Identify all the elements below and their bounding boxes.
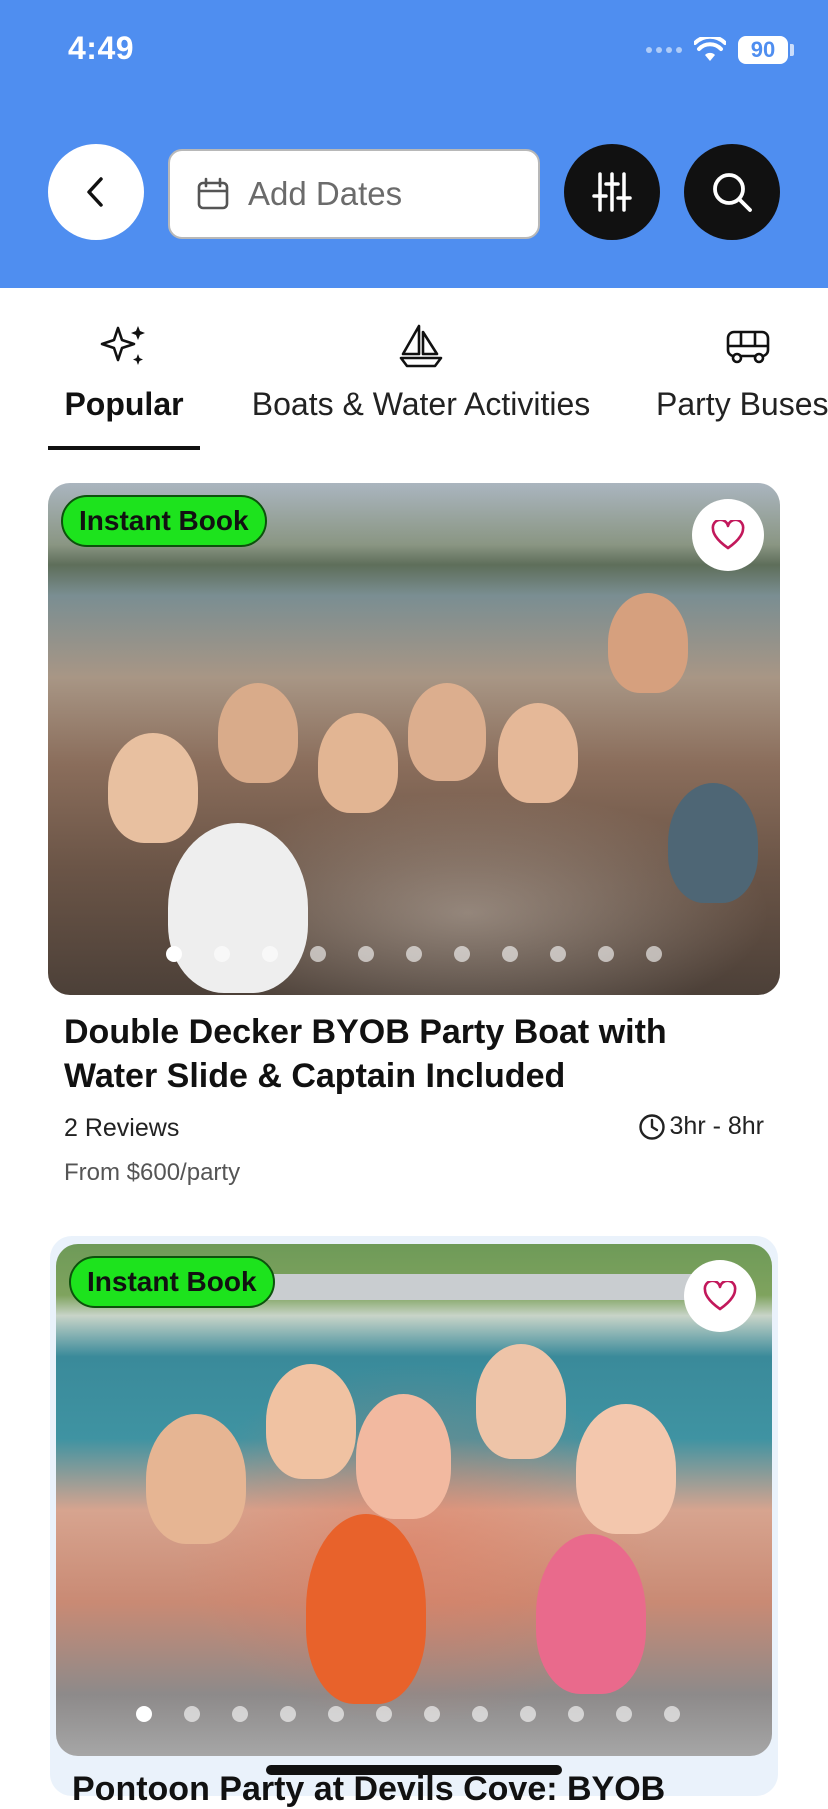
sliders-icon — [592, 172, 632, 212]
tab-popular-label: Popular — [64, 386, 184, 422]
photo-dot[interactable] — [358, 946, 374, 962]
active-tab-underline — [48, 446, 200, 450]
photo-dot[interactable] — [550, 946, 566, 962]
duration-text: 3hr - 8hr — [669, 1112, 764, 1140]
listing-photo[interactable] — [56, 1244, 772, 1756]
tab-buses-label: Party Buses — [656, 386, 828, 422]
photo-dot[interactable] — [328, 1706, 344, 1722]
sparkles-icon — [100, 326, 145, 365]
top-header: 4:49 90 Add Dates — [0, 0, 828, 288]
back-button[interactable] — [48, 144, 144, 240]
listing-title[interactable]: Double Decker BYOB Party Boat with Water… — [64, 1010, 764, 1098]
photo-dot[interactable] — [646, 946, 662, 962]
chevron-left-icon — [87, 177, 103, 207]
photo-dot[interactable] — [310, 946, 326, 962]
add-dates-placeholder: Add Dates — [248, 175, 403, 212]
photo-dot[interactable] — [232, 1706, 248, 1722]
photo-dot[interactable] — [184, 1706, 200, 1722]
category-tabs: Popular Boats & Water Activities Party B… — [0, 288, 828, 458]
photo-dot[interactable] — [424, 1706, 440, 1722]
status-time: 4:49 — [68, 30, 135, 66]
wifi-icon — [694, 37, 726, 61]
photo-dot[interactable] — [166, 946, 182, 962]
bus-icon — [726, 330, 770, 364]
price: From $600/party — [64, 1159, 241, 1186]
search-button[interactable] — [684, 144, 780, 240]
photo-dot[interactable] — [664, 1706, 680, 1722]
clock-icon — [638, 1113, 665, 1140]
listing-title[interactable]: Pontoon Party at Devils Cove: BYOB — [72, 1770, 772, 1809]
photo-dot[interactable] — [502, 946, 518, 962]
photo-dot[interactable] — [616, 1706, 632, 1722]
photo-dot[interactable] — [406, 946, 422, 962]
tab-popular[interactable]: Popular — [48, 318, 200, 423]
photo-pagination — [166, 946, 662, 962]
search-icon — [713, 173, 752, 212]
signal-dots-icon — [646, 47, 682, 53]
photo-dot[interactable] — [280, 1706, 296, 1722]
tab-boats-label: Boats & Water Activities — [251, 386, 591, 422]
home-indicator[interactable] — [266, 1765, 562, 1775]
instant-book-badge: Instant Book — [61, 495, 267, 547]
photo-dot[interactable] — [136, 1706, 152, 1722]
heart-icon — [703, 1281, 737, 1311]
photo-dot[interactable] — [568, 1706, 584, 1722]
listing-photo[interactable] — [48, 483, 780, 995]
status-icons: 90 — [646, 32, 794, 68]
favorite-button[interactable] — [692, 499, 764, 571]
photo-dot[interactable] — [598, 946, 614, 962]
photo-dot[interactable] — [454, 946, 470, 962]
photo-dot[interactable] — [472, 1706, 488, 1722]
duration: 3hr - 8hr — [638, 1112, 764, 1141]
photo-dot[interactable] — [376, 1706, 392, 1722]
photo-dot[interactable] — [262, 946, 278, 962]
photo-dot[interactable] — [520, 1706, 536, 1722]
calendar-icon — [197, 177, 229, 210]
sailboat-icon — [399, 324, 443, 368]
photo-pagination — [136, 1706, 680, 1722]
tab-boats-water[interactable]: Boats & Water Activities — [236, 318, 606, 423]
add-dates-field[interactable]: Add Dates — [168, 149, 540, 239]
battery-icon: 90 — [738, 36, 788, 64]
reviews-count[interactable]: 2 Reviews — [64, 1114, 179, 1143]
instant-book-badge: Instant Book — [69, 1256, 275, 1308]
heart-icon — [711, 520, 745, 550]
battery-tip — [790, 44, 794, 56]
filter-button[interactable] — [564, 144, 660, 240]
photo-dot[interactable] — [214, 946, 230, 962]
tab-party-buses[interactable]: Party Buses — [656, 318, 828, 423]
favorite-button[interactable] — [684, 1260, 756, 1332]
